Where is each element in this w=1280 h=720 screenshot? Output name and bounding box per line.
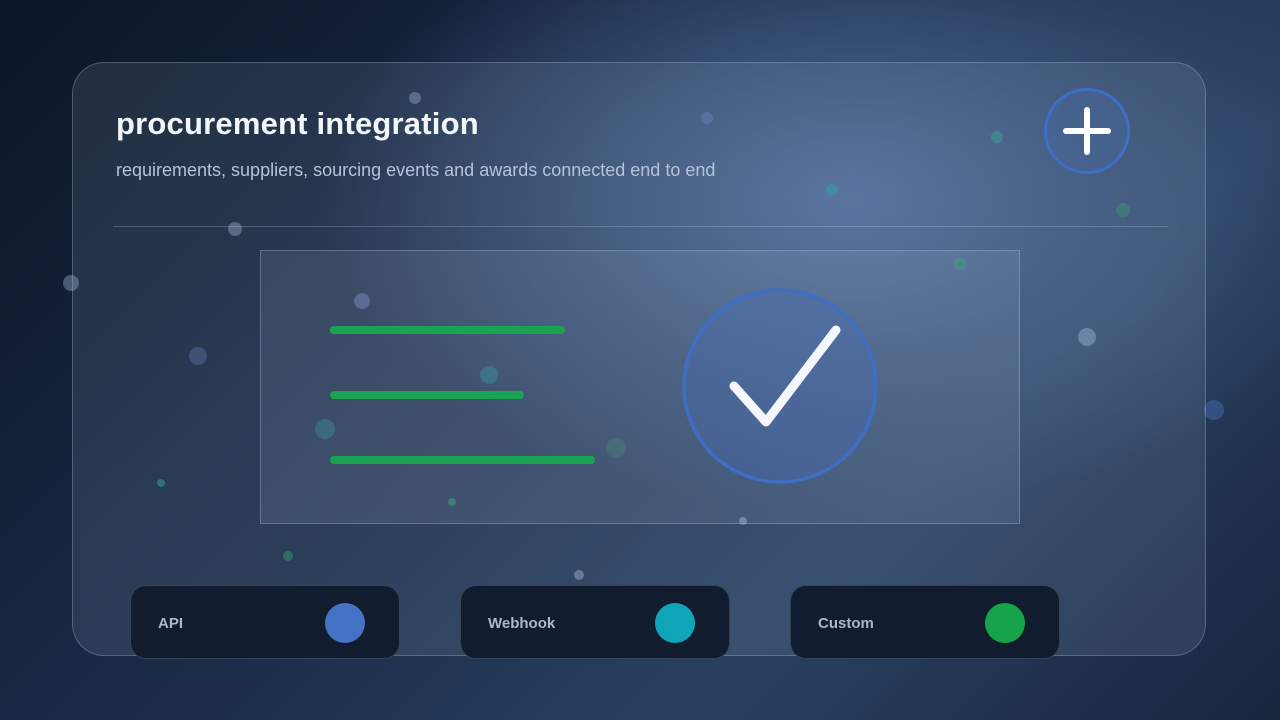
text-line-1 (330, 326, 565, 334)
checkmark-circle-icon (682, 288, 878, 484)
chip-custom[interactable]: Custom (790, 585, 1060, 659)
chip-webhook[interactable]: Webhook (460, 585, 730, 659)
status-dot (985, 603, 1025, 643)
page-title: procurement integration (116, 106, 479, 141)
chip-label: API (158, 615, 184, 632)
chip-label: Webhook (488, 615, 556, 632)
header-divider (113, 226, 1168, 227)
add-button[interactable] (1044, 88, 1130, 174)
status-dot (655, 603, 695, 643)
chip-api[interactable]: API (130, 585, 400, 659)
status-dot (325, 603, 365, 643)
illustration-panel (260, 250, 1020, 524)
page-subtitle: requirements, suppliers, sourcing events… (116, 160, 716, 180)
chip-label: Custom (818, 615, 874, 632)
plus-icon (1063, 107, 1111, 155)
text-line-3 (330, 456, 595, 464)
text-line-2 (330, 391, 524, 399)
